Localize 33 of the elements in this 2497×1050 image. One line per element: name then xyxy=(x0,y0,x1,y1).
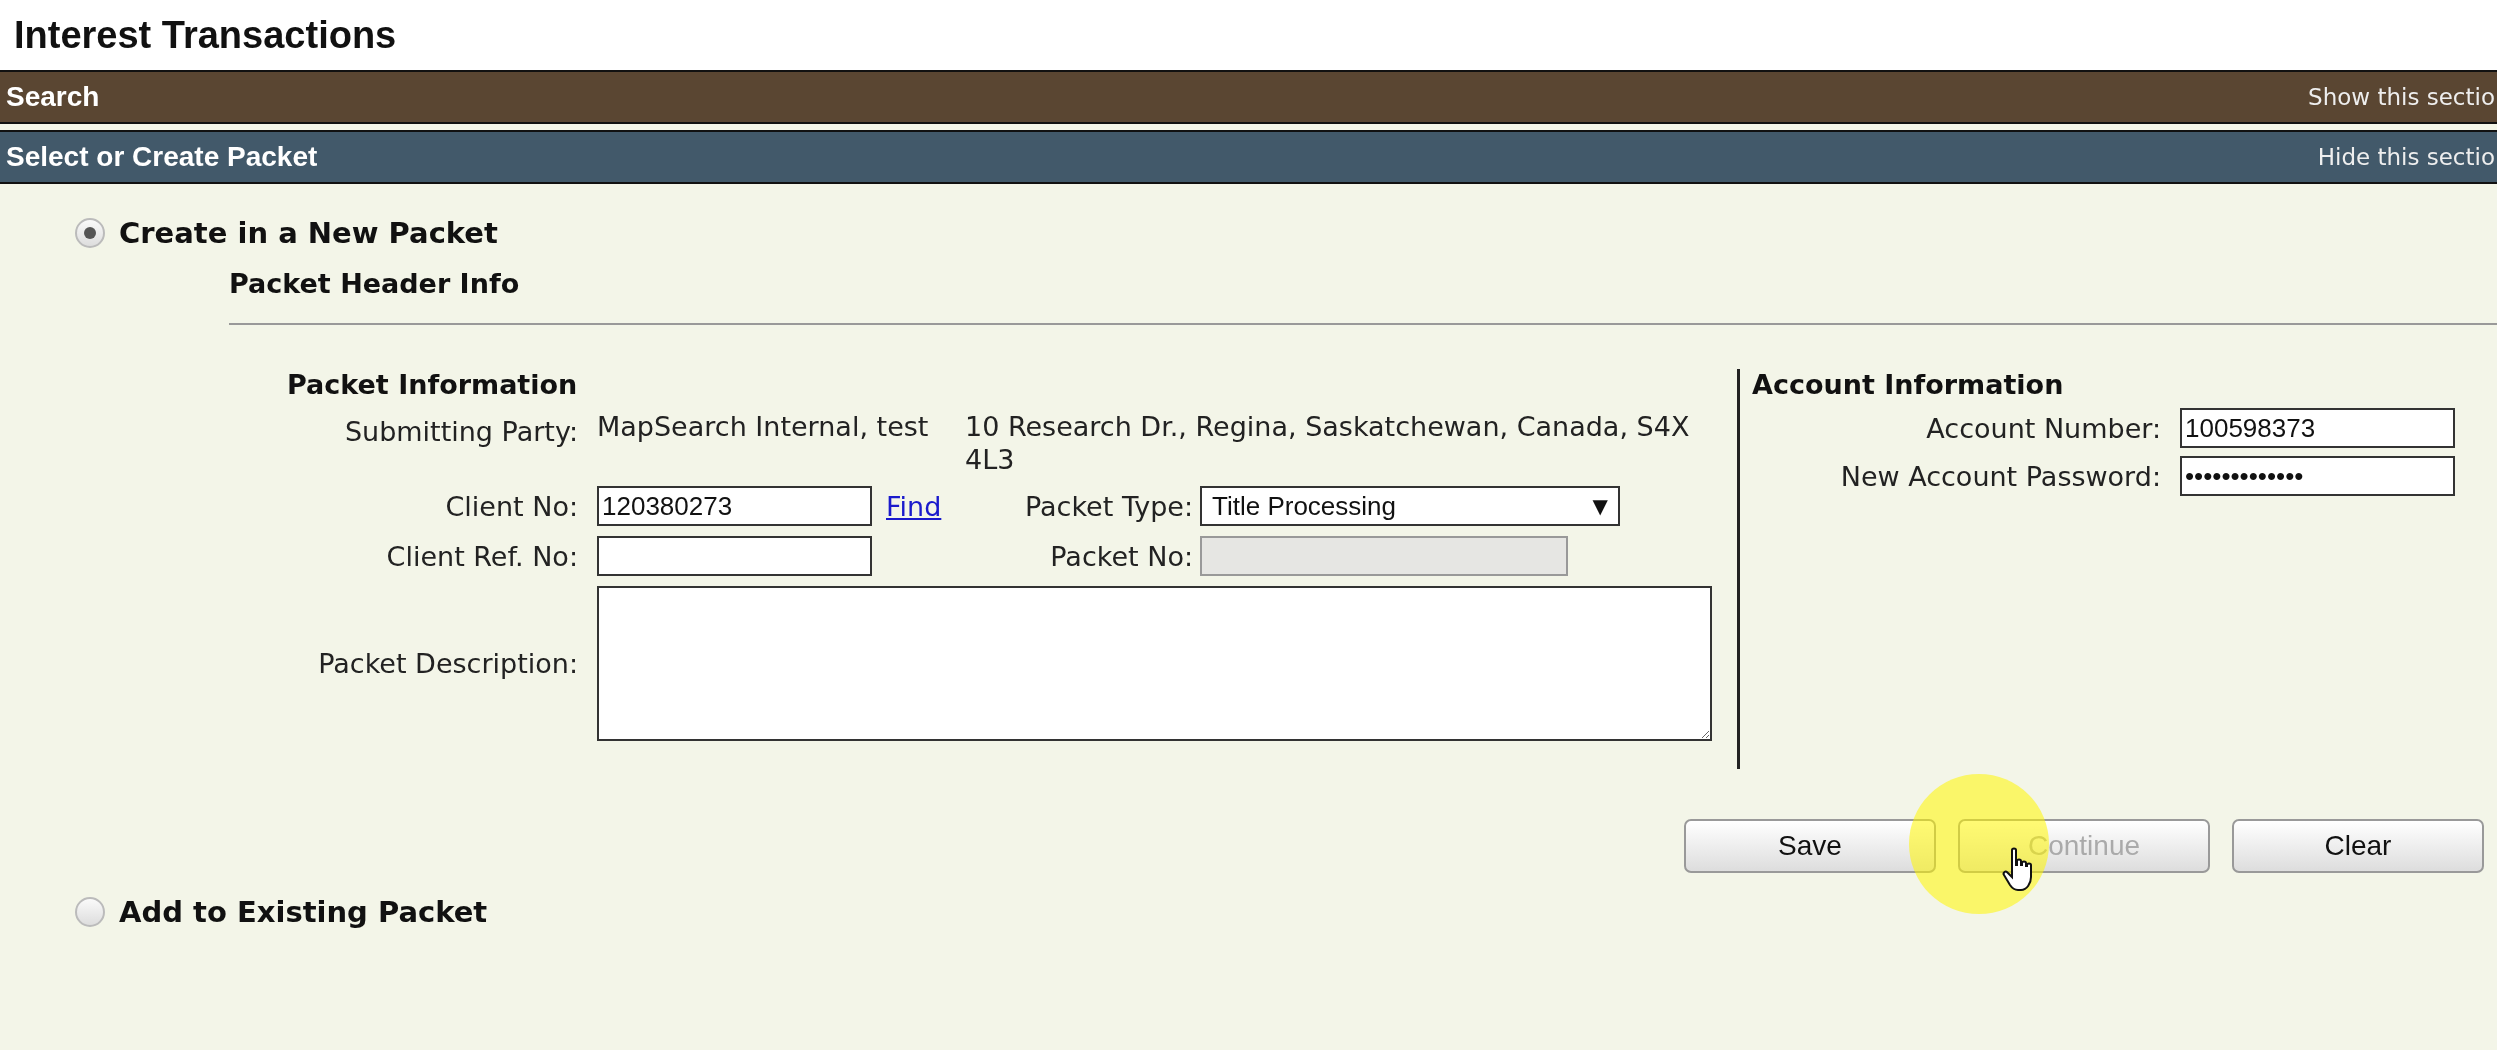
section-toggle-link[interactable]: Show this sectio xyxy=(2308,84,2497,110)
field-label: Packet Type: xyxy=(1023,490,1193,522)
subsection-title: Packet Header Info xyxy=(229,258,2497,325)
form-button[interactable]: Save xyxy=(1684,819,1936,873)
section-title: Search xyxy=(6,81,100,113)
page-title: Interest Transactions xyxy=(14,13,397,57)
submitting-party-name: MapSearch Internal, test xyxy=(597,410,930,443)
client-number-field[interactable]: 120380273 xyxy=(597,486,872,526)
form-button[interactable]: Clear xyxy=(2232,819,2484,873)
find-link[interactable]: Find xyxy=(872,490,960,522)
option-label: Create in a New Packet xyxy=(119,216,498,250)
section-header-bar[interactable]: Select or Create Packet Hide this sectio xyxy=(0,130,2497,184)
field-label: New Account Password: xyxy=(1839,460,2161,492)
packet-description-field[interactable] xyxy=(597,586,1712,741)
field-label: Client No: xyxy=(444,490,578,522)
radio-button[interactable] xyxy=(75,897,105,927)
account-field[interactable]: 100598373 xyxy=(2180,408,2455,448)
packet-type-dropdown[interactable]: Title Processing ▼ xyxy=(1200,486,1620,526)
section-toggle-link[interactable]: Hide this sectio xyxy=(2317,144,2497,170)
radio-button[interactable] xyxy=(75,218,105,248)
field-label: Account Number: xyxy=(1925,412,2161,444)
field-label: Client Ref. No: xyxy=(385,540,578,572)
field-label: Submitting Party: xyxy=(343,415,578,449)
client-ref-field[interactable] xyxy=(597,536,872,576)
group-title: Packet Information xyxy=(287,369,579,400)
field-label: Packet Description: xyxy=(317,648,578,679)
account-field[interactable]: ••••••••••••• xyxy=(2180,456,2455,496)
section-header-bar[interactable]: Search Show this sectio xyxy=(0,70,2497,124)
field-label: Packet No: xyxy=(1049,540,1193,572)
group-title: Account Information xyxy=(1752,369,2065,400)
section-title: Select or Create Packet xyxy=(6,141,318,173)
submitting-party-address: 10 Research Dr., Regina, Saskatchewan, Canada, S4X 4L3 xyxy=(965,410,1691,476)
option-label: Add to Existing Packet xyxy=(119,895,488,929)
